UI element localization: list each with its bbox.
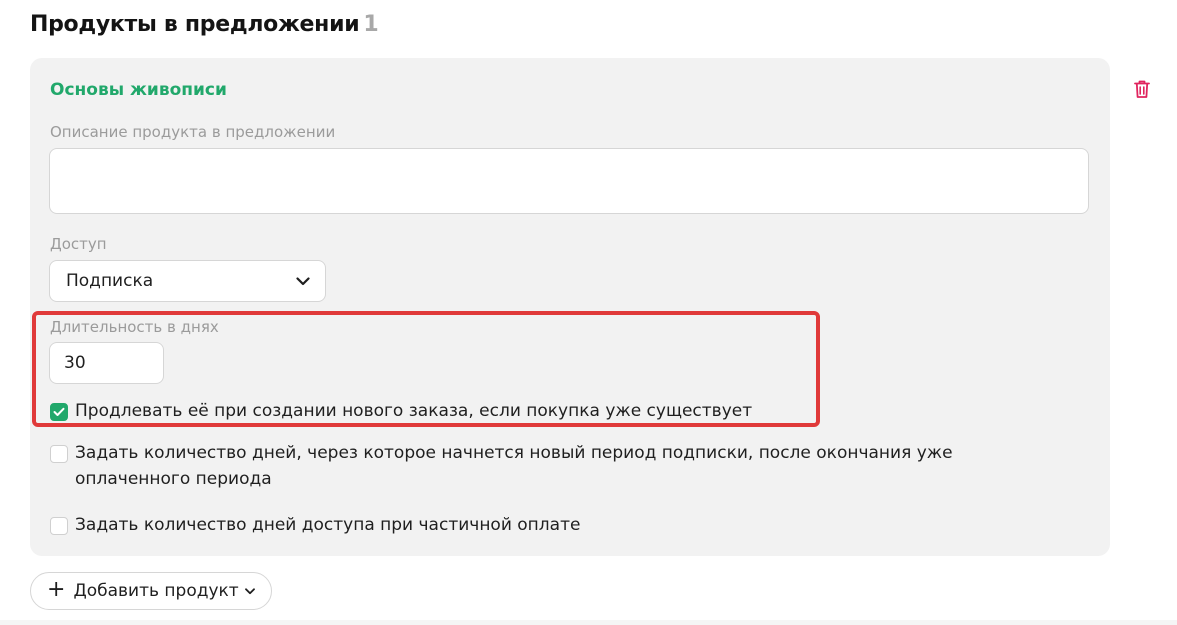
checkbox-unchecked-icon[interactable] bbox=[50, 517, 68, 535]
bottom-divider bbox=[0, 620, 1177, 625]
checkbox-checked-icon[interactable] bbox=[50, 403, 68, 421]
page-title-text: Продукты в предложении bbox=[30, 12, 360, 37]
chevron-down-icon bbox=[244, 585, 257, 597]
description-input[interactable] bbox=[49, 148, 1089, 214]
add-product-button[interactable]: + Добавить продукт bbox=[30, 572, 272, 610]
delete-product-button[interactable] bbox=[1132, 79, 1152, 99]
checkbox-unchecked-icon[interactable] bbox=[50, 445, 68, 463]
trash-icon bbox=[1134, 80, 1150, 98]
duration-label: Длительность в днях bbox=[50, 318, 219, 336]
option-partial-payment[interactable]: Задать количество дней доступа при части… bbox=[50, 514, 580, 538]
plus-icon: + bbox=[47, 577, 66, 602]
duration-input[interactable] bbox=[49, 342, 164, 384]
option-delay-period-label: Задать количество дней, через которое на… bbox=[75, 443, 953, 489]
option-renew-label: Продлевать её при создании нового заказа… bbox=[75, 401, 753, 421]
product-name: Основы живописи bbox=[50, 80, 227, 100]
access-select[interactable]: Подписка bbox=[49, 260, 326, 302]
page-title: Продукты в предложении 1 bbox=[30, 12, 379, 37]
product-card: Основы живописи Описание продукта в пред… bbox=[30, 58, 1110, 556]
option-partial-payment-label: Задать количество дней доступа при части… bbox=[75, 515, 581, 535]
chevron-down-icon bbox=[295, 273, 311, 289]
description-label: Описание продукта в предложении bbox=[50, 123, 336, 141]
add-product-label: Добавить продукт bbox=[73, 581, 239, 601]
product-count: 1 bbox=[363, 12, 379, 37]
access-label: Доступ bbox=[50, 235, 107, 253]
option-renew[interactable]: Продлевать её при создании нового заказа… bbox=[50, 400, 752, 424]
access-select-value: Подписка bbox=[66, 271, 154, 291]
option-delay-period[interactable]: Задать количество дней, через которое на… bbox=[50, 442, 1050, 492]
